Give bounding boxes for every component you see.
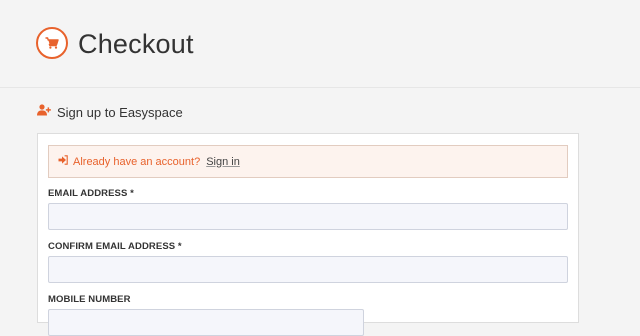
signup-form-card: Already have an account? Sign in EMAIL A… [37,133,579,336]
signin-question: Already have an account? [73,155,201,168]
section-header: Sign up to Easyspace [37,103,183,121]
mobile-number-label: MOBILE NUMBER [48,294,131,305]
signin-notice: Already have an account? Sign in [48,145,568,178]
user-plus-icon [37,103,51,121]
section-title: Sign up to Easyspace [57,104,183,120]
confirm-email-label: CONFIRM EMAIL ADDRESS * [48,241,182,252]
page-header: Checkout [0,0,640,88]
shopping-cart-icon [36,27,68,59]
email-label: EMAIL ADDRESS * [48,188,134,199]
signin-link[interactable]: Sign in [206,156,240,168]
confirm-email-field[interactable] [48,256,568,283]
page-title: Checkout [78,29,194,59]
mobile-number-field[interactable] [48,309,364,336]
sign-in-icon [58,155,68,168]
email-field[interactable] [48,203,568,230]
